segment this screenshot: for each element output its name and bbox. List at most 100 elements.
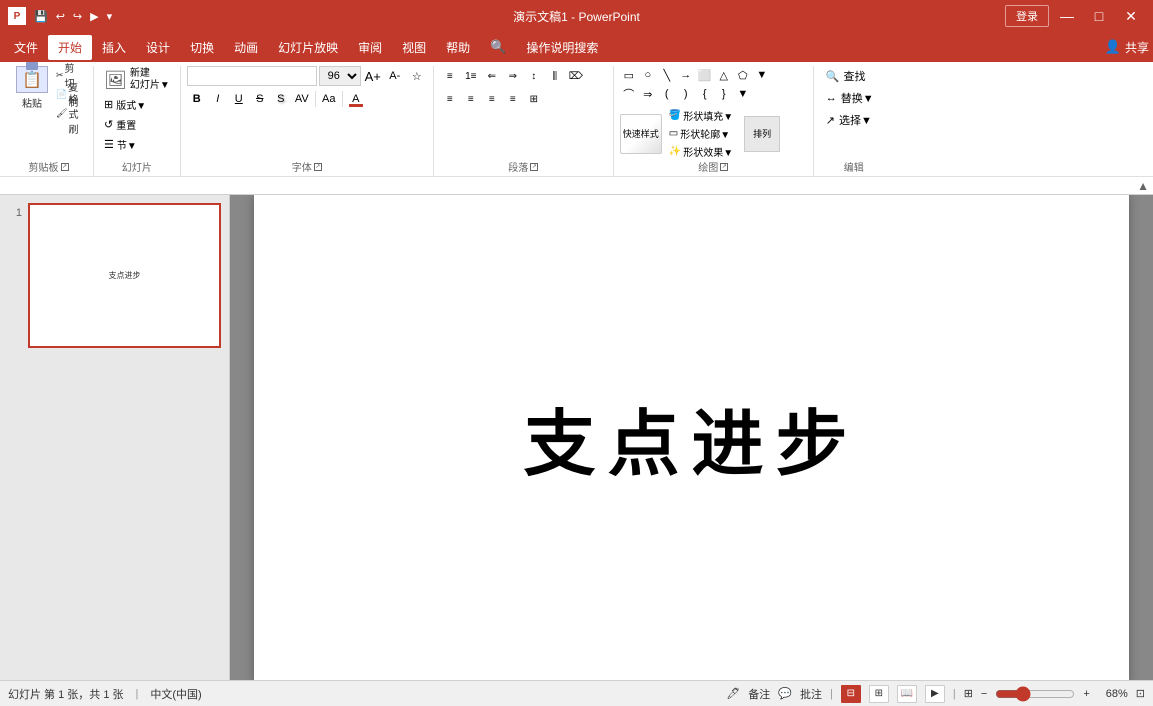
italic-button[interactable]: I (208, 89, 228, 109)
font-size-decrease-button[interactable]: A- (385, 66, 405, 86)
menu-view[interactable]: 视图 (392, 35, 436, 60)
comments-button[interactable]: 批注 (800, 686, 822, 702)
font-family-input[interactable] (187, 66, 317, 86)
shape-curve-btn[interactable]: ⌒ (620, 85, 638, 103)
shape-expand-btn[interactable]: ▼ (734, 85, 752, 103)
slide-canvas[interactable]: 支点进步 (254, 195, 1129, 680)
save-icon[interactable]: 💾 (32, 8, 50, 25)
menu-slideshow[interactable]: 幻灯片放映 (268, 35, 348, 60)
slide-thumbnail[interactable]: 支点进步 (28, 203, 221, 348)
fit-slide-button[interactable]: ⊞ (964, 687, 973, 700)
menu-review[interactable]: 审阅 (348, 35, 392, 60)
clear-formatting-button[interactable]: ☆ (407, 66, 427, 86)
fit-window-button[interactable]: ⊡ (1136, 687, 1145, 700)
clipboard-expand-icon[interactable]: ↗ (61, 163, 69, 171)
char-spacing-button[interactable]: AV (292, 89, 312, 109)
font-color-button[interactable]: A (346, 89, 366, 109)
shape-more-btn[interactable]: ▼ (753, 66, 771, 84)
align-left-button[interactable]: ≡ (440, 89, 460, 109)
shape-right-arrow-btn[interactable]: ⇒ (639, 85, 657, 103)
numbered-list-button[interactable]: 1≡ (461, 66, 481, 86)
shadow-button[interactable]: S (271, 89, 291, 109)
shape-left-paren-btn[interactable]: ( (658, 85, 676, 103)
increase-indent-button[interactable]: ⇒ (503, 66, 523, 86)
align-right-button[interactable]: ≡ (482, 89, 502, 109)
edit-btns: 🔍 查找 ↔ 替换▼ ↗ 选择▼ (820, 66, 880, 130)
menu-search[interactable]: 操作说明搜索 (516, 35, 608, 60)
format-painter-button[interactable]: 🖌 格式刷 (56, 104, 84, 122)
menu-design[interactable]: 设计 (136, 35, 180, 60)
menu-animations[interactable]: 动画 (224, 35, 268, 60)
shape-line-btn[interactable]: ╲ (658, 66, 676, 84)
font-size-select[interactable]: 96 (319, 66, 361, 86)
align-center-button[interactable]: ≡ (461, 89, 481, 109)
shape-brace-close-btn[interactable]: } (715, 85, 733, 103)
paste-button[interactable]: 📋 粘贴 (10, 66, 54, 110)
notes-button[interactable]: 备注 (748, 686, 770, 702)
restore-button[interactable]: □ (1085, 2, 1113, 30)
reading-view-button[interactable]: 📖 (897, 685, 917, 703)
thumbnail-text: 支点进步 (109, 270, 141, 281)
ribbon-collapse-button[interactable]: ▲ (1137, 179, 1149, 193)
present-icon[interactable]: ▶ (88, 8, 100, 25)
smart-art-button[interactable]: ⊞ (524, 89, 544, 109)
shape-fill-button[interactable]: 🪣 形状填充▼ (666, 107, 736, 124)
shape-brace-open-btn[interactable]: { (696, 85, 714, 103)
share-button[interactable]: 共享 (1125, 39, 1149, 56)
font-expand-icon[interactable]: ↗ (314, 163, 322, 171)
minimize-button[interactable]: — (1053, 2, 1081, 30)
find-button[interactable]: 🔍 查找 (820, 66, 880, 86)
arrange-button[interactable]: 排列 (744, 116, 780, 152)
slideshow-view-button[interactable]: ▶ (925, 685, 945, 703)
select-button[interactable]: ↗ 选择▼ (820, 110, 880, 130)
bullet-list-button[interactable]: ≡ (440, 66, 460, 86)
justify-button[interactable]: ≡ (503, 89, 523, 109)
decrease-indent-button[interactable]: ⇐ (482, 66, 502, 86)
shape-outline-button[interactable]: ▭ 形状轮廓▼ (666, 125, 736, 142)
menu-insert[interactable]: 插入 (92, 35, 136, 60)
shape-triangle-btn[interactable]: △ (715, 66, 733, 84)
login-button[interactable]: 登录 (1005, 5, 1049, 27)
line-spacing-button[interactable]: ↕ (524, 66, 544, 86)
status-right: 🖊 备注 💬 批注 | ⊟ ⊞ 📖 ▶ | ⊞ − + 68% ⊡ (726, 685, 1145, 703)
dropdown-icon[interactable]: ▾ (105, 8, 115, 25)
redo-icon[interactable]: ↪ (71, 8, 84, 25)
new-slide-button[interactable]: 🖼 新建幻灯片▼ (100, 66, 174, 94)
slide-sorter-button[interactable]: ⊞ (869, 685, 889, 703)
quick-style-button[interactable]: 快速样式 (620, 114, 662, 154)
shape-rectangle-btn[interactable]: ▭ (620, 66, 638, 84)
shape-pentagon-btn[interactable]: ⬠ (734, 66, 752, 84)
bold-button[interactable]: B (187, 89, 207, 109)
close-button[interactable]: ✕ (1117, 2, 1145, 30)
slide-panel: 1 支点进步 (0, 195, 230, 680)
font-case-button[interactable]: Aa (319, 89, 339, 109)
para-controls: ≡ 1≡ ⇐ ⇒ ↕ ⫼ ⌦ ≡ ≡ ≡ ≡ ⊞ (440, 66, 586, 109)
reset-button[interactable]: ↺ 重置 (100, 115, 174, 134)
font-size-increase-button[interactable]: A+ (363, 66, 383, 86)
shape-effect-button[interactable]: ✨ 形状效果▼ (666, 143, 736, 160)
section-button[interactable]: ☰ 节▼ (100, 135, 174, 154)
normal-view-button[interactable]: ⊟ (841, 685, 861, 703)
menu-home[interactable]: 开始 (48, 35, 92, 60)
para-expand-icon[interactable]: ↗ (530, 163, 538, 171)
menu-transitions[interactable]: 切换 (180, 35, 224, 60)
underline-button[interactable]: U (229, 89, 249, 109)
shape-right-paren-btn[interactable]: ) (677, 85, 695, 103)
shape-circle-btn[interactable]: ○ (639, 66, 657, 84)
zoom-slider[interactable] (995, 686, 1075, 702)
section-icon: ☰ (104, 138, 114, 151)
menu-search-icon: 🔍 (480, 35, 516, 59)
undo-icon[interactable]: ↩ (54, 8, 67, 25)
shape-rounded-btn[interactable]: ⬜ (696, 66, 714, 84)
menu-file[interactable]: 文件 (4, 35, 48, 60)
columns-button[interactable]: ⫼ (545, 66, 565, 86)
strikethrough-button[interactable]: S (250, 89, 270, 109)
shape-arrow-btn[interactable]: → (677, 66, 695, 84)
drawing-expand-icon[interactable]: ↗ (720, 163, 728, 171)
layout-button[interactable]: ⊞ 版式▼ (100, 95, 174, 114)
replace-button[interactable]: ↔ 替换▼ (820, 88, 880, 108)
zoom-level[interactable]: 68% (1098, 688, 1128, 700)
menu-help[interactable]: 帮助 (436, 35, 480, 60)
zoom-out-icon: − (981, 688, 987, 700)
text-direction-button[interactable]: ⌦ (566, 66, 586, 86)
